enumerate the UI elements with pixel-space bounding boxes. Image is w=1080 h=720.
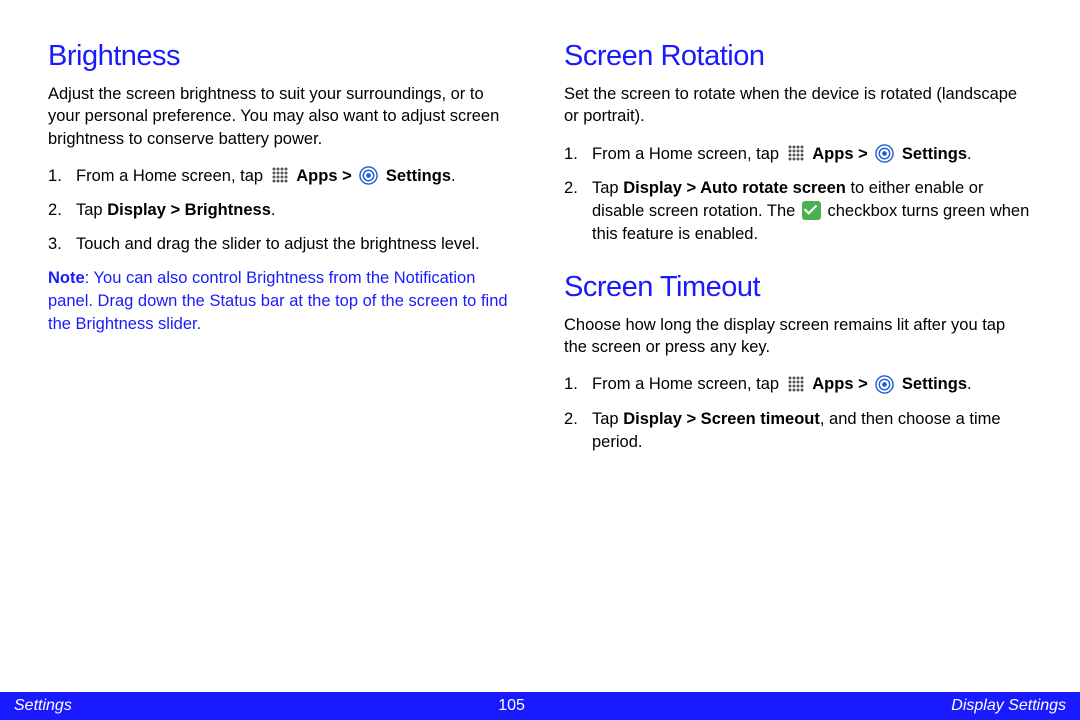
left-column: Brightness Adjust the screen brightness … <box>48 40 516 650</box>
settings-icon <box>875 144 894 163</box>
timeout-intro: Choose how long the display screen remai… <box>564 314 1032 359</box>
timeout-heading: Screen Timeout <box>564 271 1032 304</box>
brightness-step-1: From a Home screen, tap Apps > Settings. <box>48 165 516 188</box>
timeout-step-1: From a Home screen, tap Apps > Settings. <box>564 373 1032 396</box>
brightness-steps: From a Home screen, tap Apps > Settings.… <box>48 165 516 256</box>
rotation-step-2: Tap Display > Auto rotate screen to eith… <box>564 177 1032 246</box>
brightness-section: Brightness Adjust the screen brightness … <box>48 40 516 336</box>
timeout-steps: From a Home screen, tap Apps > Settings.… <box>564 373 1032 453</box>
brightness-heading: Brightness <box>48 40 516 73</box>
settings-icon <box>359 166 378 185</box>
apps-icon <box>787 375 805 393</box>
footer-right: Display Settings <box>951 697 1066 715</box>
rotation-intro: Set the screen to rotate when the device… <box>564 83 1032 128</box>
page-content: Brightness Adjust the screen brightness … <box>0 0 1080 670</box>
rotation-steps: From a Home screen, tap Apps > Settings.… <box>564 143 1032 246</box>
page-footer: Settings 105 Display Settings <box>0 692 1080 720</box>
brightness-intro: Adjust the screen brightness to suit you… <box>48 83 516 150</box>
apps-icon <box>271 166 289 184</box>
checkbox-icon <box>802 201 821 220</box>
settings-icon <box>875 375 894 394</box>
timeout-section: Screen Timeout Choose how long the displ… <box>564 271 1032 454</box>
right-column: Screen Rotation Set the screen to rotate… <box>564 40 1032 650</box>
timeout-step-2: Tap Display > Screen timeout, and then c… <box>564 408 1032 454</box>
brightness-note: Note: You can also control Brightness fr… <box>48 267 516 336</box>
rotation-section: Screen Rotation Set the screen to rotate… <box>564 40 1032 246</box>
apps-icon <box>787 144 805 162</box>
brightness-step-2: Tap Display > Brightness. <box>48 199 516 222</box>
brightness-step-3: Touch and drag the slider to adjust the … <box>48 233 516 256</box>
footer-left: Settings <box>14 697 72 715</box>
rotation-step-1: From a Home screen, tap Apps > Settings. <box>564 143 1032 166</box>
footer-page-number: 105 <box>498 697 525 715</box>
rotation-heading: Screen Rotation <box>564 40 1032 73</box>
